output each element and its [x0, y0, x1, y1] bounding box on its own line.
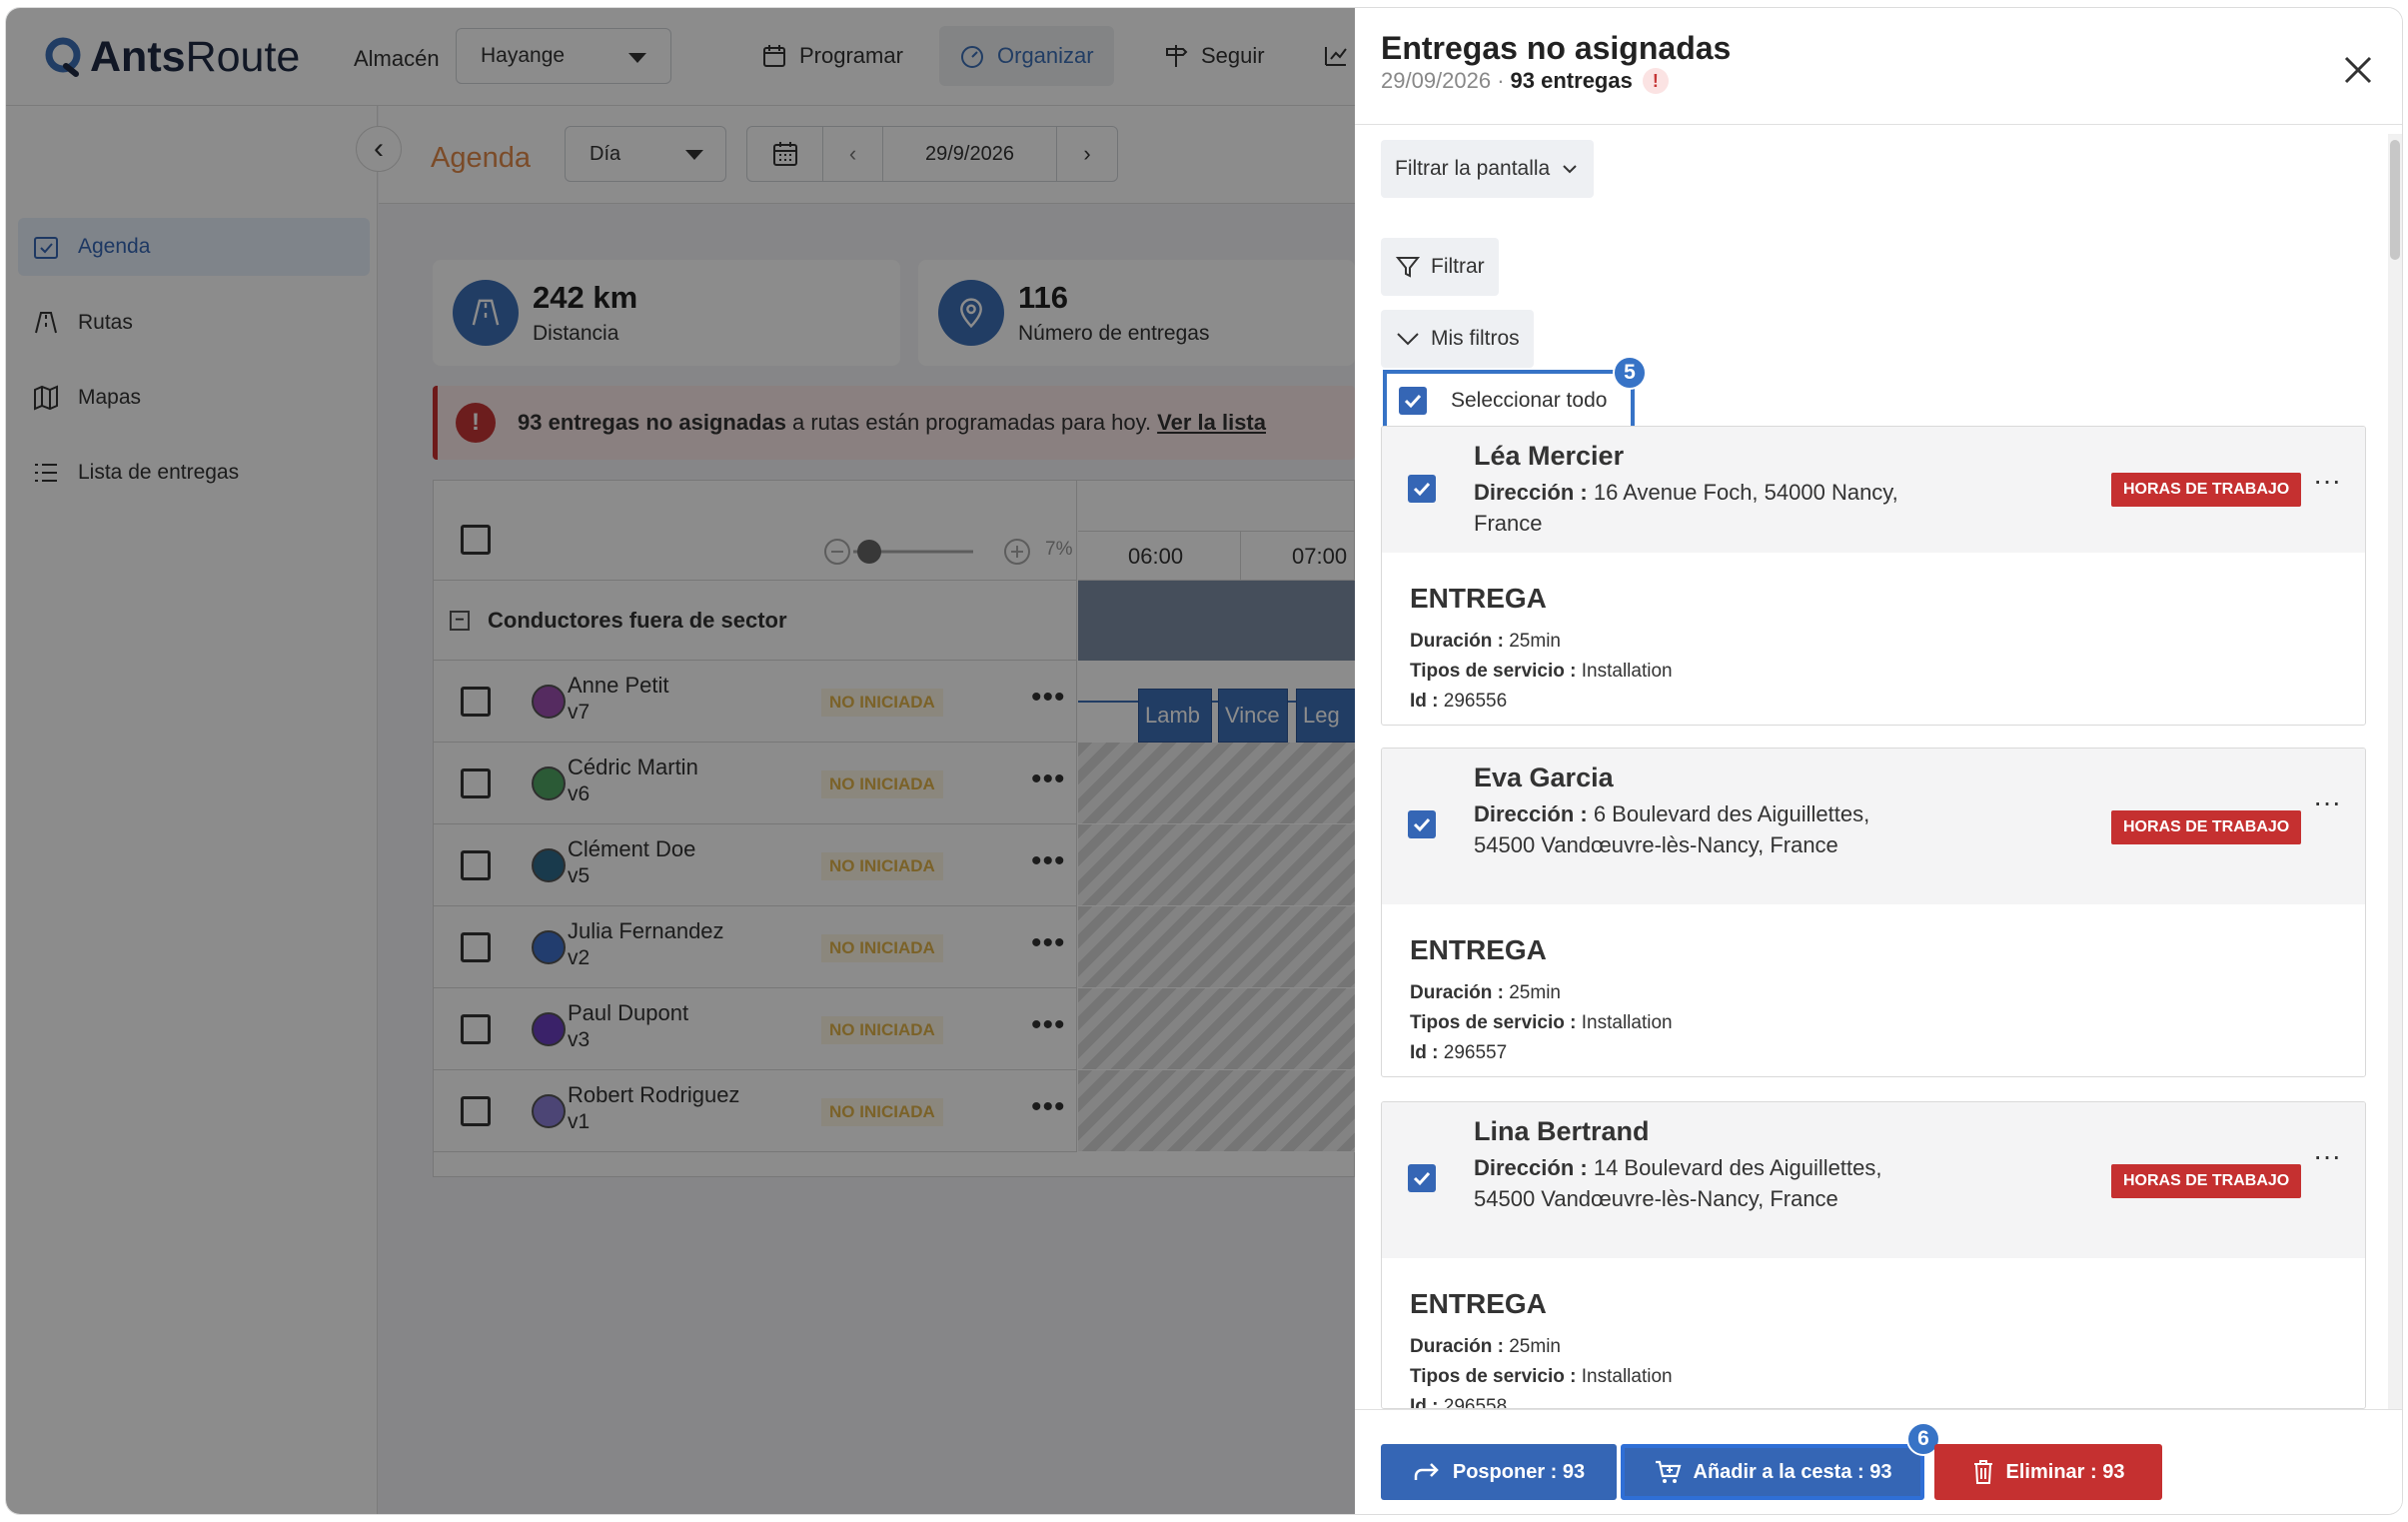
- checkbox-checked-icon: [1399, 387, 1427, 415]
- duration-value: 25min: [1509, 982, 1561, 1003]
- working-hours-tag: HORAS DE TRABAJO: [2111, 473, 2302, 507]
- service-value: Installation: [1581, 661, 1673, 682]
- scrollbar[interactable]: [2388, 134, 2402, 1409]
- delivery-type: ENTREGA: [1410, 1288, 1547, 1319]
- app-window: Ants Route Almacén Hayange Programar Orga…: [6, 8, 2402, 1514]
- more-options-icon[interactable]: ···: [2313, 786, 2341, 818]
- id-line: Id : 296558: [1410, 1396, 1508, 1409]
- chevron-down-icon: [1563, 165, 1577, 174]
- panel-title: Entregas no asignadas: [1381, 30, 1732, 66]
- trash-icon: [1973, 1460, 1992, 1484]
- customer-name: Eva Garcia: [1474, 762, 1614, 792]
- panel-date: 29/09/2026 ·: [1381, 68, 1505, 93]
- service-line: Tipos de servicio : Installation: [1410, 1366, 1673, 1388]
- delete-button[interactable]: Eliminar : 93: [1934, 1444, 2162, 1500]
- forward-arrow-icon: [1414, 1463, 1439, 1480]
- panel-footer: Posponer : 93 Añadir a la cesta : 93 6 E…: [1355, 1409, 2402, 1514]
- postpone-button[interactable]: Posponer : 93: [1381, 1444, 1617, 1500]
- panel-count: 93 entregas: [1510, 68, 1633, 93]
- step-badge: 5: [1613, 356, 1647, 390]
- close-icon[interactable]: [2340, 52, 2376, 88]
- service-label: Tipos de servicio :: [1410, 1366, 1577, 1387]
- cart-plus-icon: [1655, 1460, 1681, 1483]
- delivery-address: Dirección : 16 Avenue Foch, 54000 Nancy,…: [1474, 477, 1903, 539]
- delivery-card[interactable]: Lina Bertrand Dirección : 14 Boulevard d…: [1381, 1101, 2366, 1409]
- my-filters-label: Mis filtros: [1431, 327, 1520, 350]
- id-label: Id :: [1410, 1042, 1439, 1063]
- add-to-basket-button[interactable]: Añadir a la cesta : 93: [1621, 1444, 1924, 1500]
- funnel-icon: [1395, 257, 1421, 278]
- service-line: Tipos de servicio : Installation: [1410, 1012, 1673, 1034]
- scrollbar-thumb[interactable]: [2390, 140, 2400, 260]
- delivery-checkbox[interactable]: [1408, 810, 1436, 838]
- chevron-down-icon: [1397, 333, 1419, 346]
- filter-screen-label: Filtrar la pantalla: [1395, 157, 1551, 180]
- unassigned-deliveries-panel: Entregas no asignadas 29/09/2026 · 93 en…: [1355, 8, 2402, 1514]
- delivery-card[interactable]: Léa Mercier Dirección : 16 Avenue Foch, …: [1381, 426, 2366, 726]
- delivery-address: Dirección : 14 Boulevard des Aiguillette…: [1474, 1152, 1903, 1214]
- duration-line: Duración : 25min: [1410, 631, 1561, 653]
- service-label: Tipos de servicio :: [1410, 1012, 1577, 1033]
- address-label: Dirección :: [1474, 1155, 1588, 1180]
- duration-label: Duración :: [1410, 631, 1504, 652]
- select-all-checkbox[interactable]: Seleccionar todo: [1383, 370, 1635, 432]
- customer-name: Lina Bertrand: [1474, 1116, 1650, 1146]
- delivery-card[interactable]: Eva Garcia Dirección : 6 Boulevard des A…: [1381, 748, 2366, 1077]
- duration-line: Duración : 25min: [1410, 982, 1561, 1004]
- delivery-checkbox[interactable]: [1408, 475, 1436, 503]
- working-hours-tag: HORAS DE TRABAJO: [2111, 810, 2302, 844]
- delivery-type: ENTREGA: [1410, 583, 1547, 614]
- customer-name: Léa Mercier: [1474, 441, 1625, 471]
- filter-label: Filtrar: [1431, 255, 1485, 278]
- select-all-label: Seleccionar todo: [1451, 389, 1608, 412]
- postpone-label: Posponer : 93: [1452, 1460, 1586, 1483]
- my-filters-toggle[interactable]: Mis filtros: [1381, 310, 1534, 368]
- id-value: 296558: [1443, 1396, 1508, 1409]
- address-label: Dirección :: [1474, 480, 1588, 505]
- address-label: Dirección :: [1474, 801, 1588, 826]
- service-label: Tipos de servicio :: [1410, 661, 1577, 682]
- delivery-checkbox[interactable]: [1408, 1164, 1436, 1192]
- duration-value: 25min: [1509, 631, 1561, 652]
- duration-label: Duración :: [1410, 1336, 1504, 1357]
- working-hours-tag: HORAS DE TRABAJO: [2111, 1164, 2302, 1198]
- service-value: Installation: [1581, 1012, 1673, 1033]
- panel-subtitle: 29/09/2026 · 93 entregas !: [1381, 68, 1669, 94]
- delivery-type: ENTREGA: [1410, 934, 1547, 965]
- id-label: Id :: [1410, 691, 1439, 712]
- service-line: Tipos de servicio : Installation: [1410, 661, 1673, 683]
- delete-label: Eliminar : 93: [2005, 1460, 2125, 1483]
- id-line: Id : 296557: [1410, 1042, 1507, 1064]
- id-line: Id : 296556: [1410, 691, 1507, 713]
- more-options-icon[interactable]: ···: [2313, 465, 2341, 497]
- service-value: Installation: [1581, 1366, 1673, 1387]
- divider: [1355, 124, 2402, 125]
- id-label: Id :: [1410, 1396, 1439, 1409]
- id-value: 296556: [1443, 691, 1508, 712]
- id-value: 296557: [1443, 1042, 1508, 1063]
- duration-line: Duración : 25min: [1410, 1336, 1561, 1358]
- filter-screen-button[interactable]: Filtrar la pantalla: [1381, 140, 1595, 198]
- add-to-basket-label: Añadir a la cesta : 93: [1693, 1460, 1892, 1483]
- modal-overlay[interactable]: [6, 8, 1355, 1514]
- filter-button[interactable]: Filtrar: [1381, 238, 1499, 296]
- more-options-icon[interactable]: ···: [2313, 1140, 2341, 1172]
- warning-icon: !: [1642, 68, 1669, 94]
- delivery-address: Dirección : 6 Boulevard des Aiguillettes…: [1474, 798, 1903, 860]
- duration-value: 25min: [1509, 1336, 1561, 1357]
- duration-label: Duración :: [1410, 982, 1504, 1003]
